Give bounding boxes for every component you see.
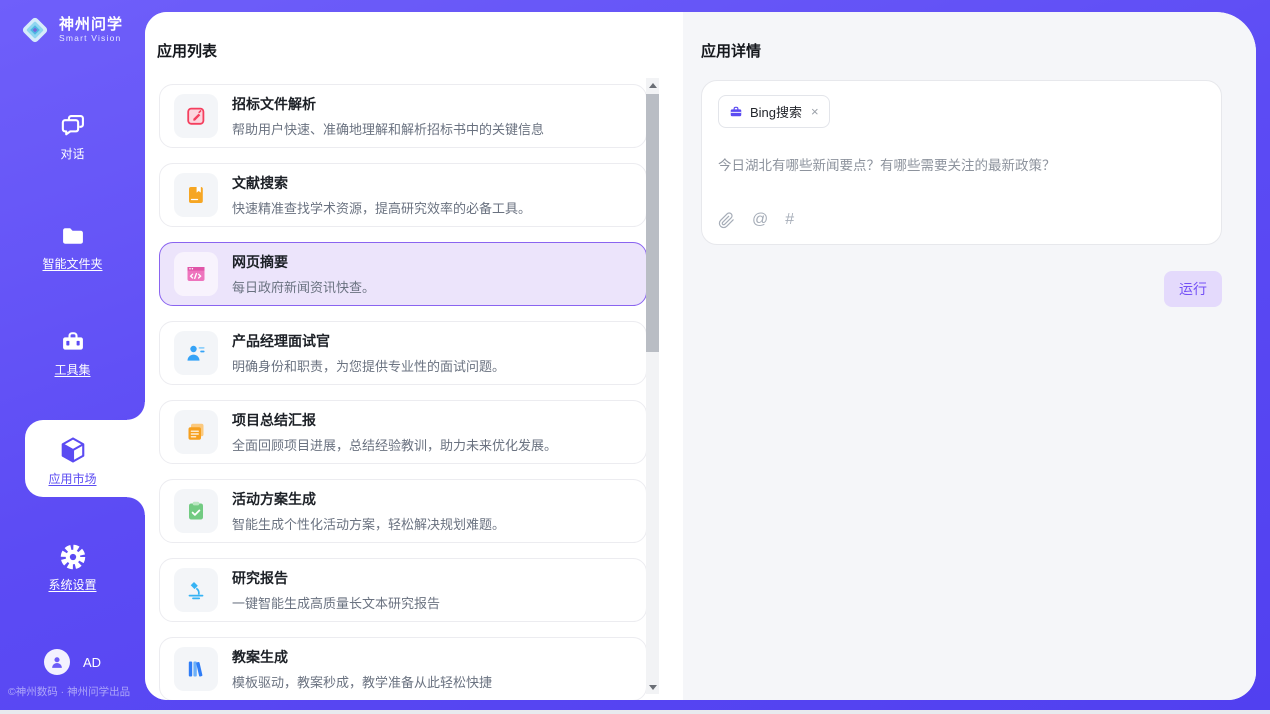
gem-logo-icon (18, 13, 52, 47)
tool-chip-bing-search[interactable]: Bing搜索 × (718, 95, 830, 128)
app-desc: 帮助用户快速、准确地理解和解析招标书中的关键信息 (232, 119, 544, 138)
app-name: 教案生成 (232, 647, 492, 667)
sidebar-item-chat[interactable]: 对话 (0, 112, 145, 162)
briefcase-icon (729, 105, 743, 119)
app-icon-tile (174, 568, 218, 612)
brand-logo: 神州问学 Smart Vision (18, 13, 123, 47)
app-card-research-report[interactable]: 研究报告 一键智能生成高质量长文本研究报告 (159, 558, 647, 622)
app-card-tender-parse[interactable]: 招标文件解析 帮助用户快速、准确地理解和解析招标书中的关键信息 (159, 84, 647, 148)
user-name: AD (83, 655, 101, 670)
app-name: 研究报告 (232, 568, 440, 588)
app-icon-tile (174, 331, 218, 375)
folder-icon (59, 222, 87, 250)
app-list-scrollbar[interactable] (646, 78, 659, 694)
chat-icon (59, 112, 87, 140)
app-card-webpage-summary[interactable]: 网页摘要 每日政府新闻资讯快查。 (159, 242, 647, 306)
brand-name: 神州问学 (59, 16, 123, 33)
toolbox-icon (59, 328, 87, 356)
report-notes-icon (184, 420, 208, 444)
app-desc: 一键智能生成高质量长文本研究报告 (232, 593, 440, 612)
app-desc: 模板驱动，教案秒成，教学准备从此轻松快捷 (232, 672, 492, 691)
app-card-pm-interviewer[interactable]: 产品经理面试官 明确身份和职责，为您提供专业性的面试问题。 (159, 321, 647, 385)
scroll-down-button[interactable] (646, 680, 659, 694)
sidebar-item-label: 工具集 (54, 361, 90, 378)
app-name: 网页摘要 (232, 252, 375, 272)
tender-doc-icon (184, 104, 208, 128)
topic-icon[interactable]: # (785, 211, 794, 229)
copyright-text: ©神州数码 · 神州问学出品 (8, 684, 130, 699)
app-icon-tile (174, 173, 218, 217)
sidebar-item-smart-folder[interactable]: 智能文件夹 (0, 222, 145, 272)
books-icon (184, 657, 208, 681)
sidebar: 神州问学 Smart Vision 对话 智能文件夹 (0, 0, 145, 710)
active-tab-curve-bottom (127, 497, 145, 515)
app-icon-tile (174, 252, 218, 296)
sidebar-item-settings[interactable]: 系统设置 (0, 543, 145, 593)
book-icon (184, 183, 208, 207)
app-detail-title: 应用详情 (701, 40, 761, 61)
user-icon (48, 653, 66, 671)
webpage-icon (184, 262, 208, 286)
run-button[interactable]: 运行 (1164, 271, 1222, 307)
app-icon-tile (174, 489, 218, 533)
sidebar-item-toolset[interactable]: 工具集 (0, 328, 145, 378)
app-name: 项目总结汇报 (232, 410, 557, 430)
app-icon-tile (174, 410, 218, 454)
app-name: 文献搜索 (232, 173, 531, 193)
sidebar-item-label: 对话 (60, 145, 84, 162)
app-name: 招标文件解析 (232, 94, 544, 114)
mention-icon[interactable]: @ (752, 211, 768, 229)
app-icon-tile (174, 94, 218, 138)
gear-icon (59, 543, 87, 571)
cube-icon (58, 435, 88, 465)
brand-subtitle: Smart Vision (59, 34, 123, 44)
app-detail-panel: 应用详情 Bing搜索 × 今日湖北有哪些新闻要点？有哪些需要关注的最新政策？ (683, 12, 1256, 700)
sidebar-item-app-market[interactable]: 应用市场 (0, 435, 145, 487)
avatar (44, 649, 70, 675)
scroll-up-button[interactable] (646, 78, 659, 92)
sidebar-item-label: 应用市场 (48, 470, 96, 487)
scrollbar-thumb[interactable] (646, 94, 659, 352)
input-toolbar: @ # (718, 211, 794, 229)
app-desc: 明确身份和职责，为您提供专业性的面试问题。 (232, 356, 505, 375)
paperclip-icon[interactable] (718, 212, 735, 229)
clipboard-check-icon (184, 499, 208, 523)
chip-close-icon[interactable]: × (811, 105, 819, 118)
sidebar-item-label: 智能文件夹 (42, 255, 102, 272)
prompt-card[interactable]: Bing搜索 × 今日湖北有哪些新闻要点？有哪些需要关注的最新政策？ @ # (701, 80, 1222, 245)
main-content: 应用列表 招标文件解析 帮助用户快速、准确地理解和解析招标书中的关键信息 (145, 12, 1256, 700)
interviewer-icon (184, 341, 208, 365)
scroll-down-icon (649, 685, 657, 690)
app-desc: 智能生成个性化活动方案，轻松解决规划难题。 (232, 514, 505, 533)
app-name: 产品经理面试官 (232, 331, 505, 351)
prompt-input[interactable]: 今日湖北有哪些新闻要点？有哪些需要关注的最新政策？ (718, 154, 1205, 174)
scroll-up-icon (649, 83, 657, 88)
app-icon-tile (174, 647, 218, 691)
app-frame: 神州问学 Smart Vision 对话 智能文件夹 (0, 0, 1270, 710)
app-card-literature-search[interactable]: 文献搜索 快速精准查找学术资源，提高研究效率的必备工具。 (159, 163, 647, 227)
app-card-event-plan[interactable]: 活动方案生成 智能生成个性化活动方案，轻松解决规划难题。 (159, 479, 647, 543)
app-card-list: 招标文件解析 帮助用户快速、准确地理解和解析招标书中的关键信息 文献搜索 (159, 84, 647, 700)
app-desc: 快速精准查找学术资源，提高研究效率的必备工具。 (232, 198, 531, 217)
app-list-title: 应用列表 (157, 40, 217, 61)
tool-chip-label: Bing搜索 (750, 102, 802, 121)
app-desc: 每日政府新闻资讯快查。 (232, 277, 375, 296)
microscope-icon (184, 578, 208, 602)
sidebar-item-label: 系统设置 (48, 576, 96, 593)
app-desc: 全面回顾项目进展，总结经验教训，助力未来优化发展。 (232, 435, 557, 454)
active-tab-curve-top (127, 402, 145, 420)
user-account[interactable]: AD (0, 649, 145, 675)
app-list-panel: 应用列表 招标文件解析 帮助用户快速、准确地理解和解析招标书中的关键信息 (145, 12, 683, 700)
app-card-project-summary[interactable]: 项目总结汇报 全面回顾项目进展，总结经验教训，助力未来优化发展。 (159, 400, 647, 464)
app-name: 活动方案生成 (232, 489, 505, 509)
app-card-lesson-plan[interactable]: 教案生成 模板驱动，教案秒成，教学准备从此轻松快捷 (159, 637, 647, 700)
